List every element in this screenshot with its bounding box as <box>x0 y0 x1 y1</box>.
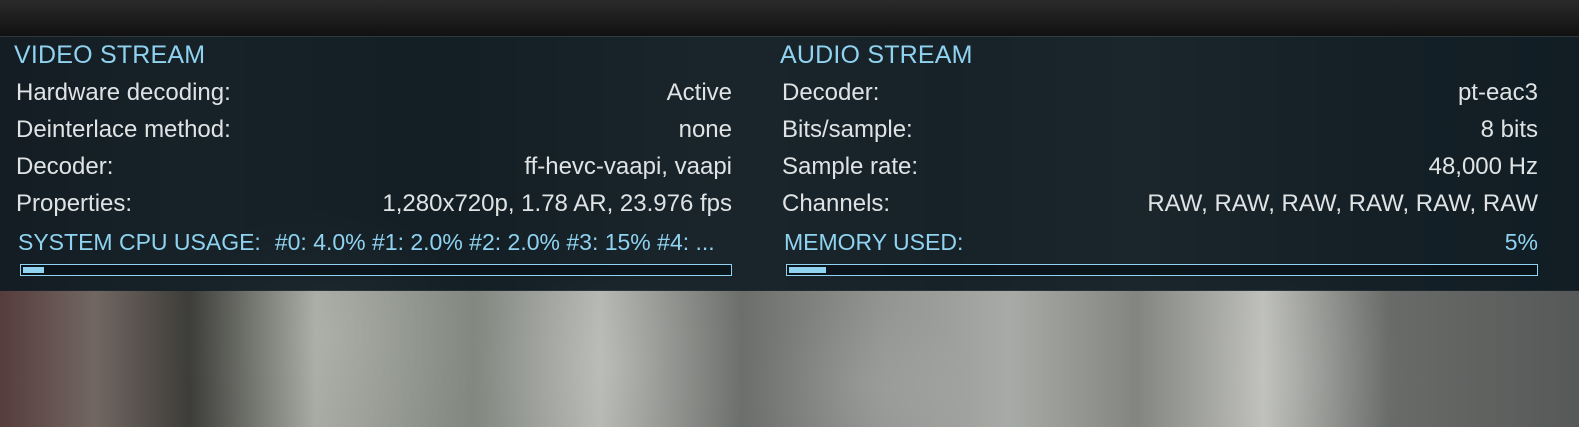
video-properties-value: 1,280x720p, 1.78 AR, 23.976 fps <box>382 190 732 217</box>
video-decoder-row: Decoder: ff-hevc-vaapi, vaapi <box>14 153 732 189</box>
audio-stream-panel: AUDIO STREAM Decoder: pt-eac3 Bits/sampl… <box>780 37 1538 291</box>
bits-per-sample-value: 8 bits <box>1480 116 1538 143</box>
video-stream-title: VIDEO STREAM <box>14 41 206 69</box>
video-decoder-value: ff-hevc-vaapi, vaapi <box>524 153 732 180</box>
hardware-decoding-label: Hardware decoding: <box>16 79 231 106</box>
memory-used-progress-bar <box>786 264 1538 276</box>
video-stream-panel: VIDEO STREAM Hardware decoding: Active D… <box>14 37 732 291</box>
video-decoder-label: Decoder: <box>16 153 114 180</box>
channels-value: RAW, RAW, RAW, RAW, RAW, RAW <box>1147 190 1538 217</box>
audio-decoder-label: Decoder: <box>782 79 880 106</box>
audio-decoder-row: Decoder: pt-eac3 <box>780 79 1538 115</box>
cpu-usage-title: SYSTEM CPU USAGE: <box>18 229 261 255</box>
deinterlace-method-value: none <box>678 116 732 143</box>
video-properties-row: Properties: 1,280x720p, 1.78 AR, 23.976 … <box>14 190 732 226</box>
hardware-decoding-row: Hardware decoding: Active <box>14 79 732 115</box>
bits-per-sample-label: Bits/sample: <box>782 116 913 143</box>
screen-bezel <box>0 0 1579 36</box>
sample-rate-label: Sample rate: <box>782 153 919 180</box>
video-properties-label: Properties: <box>16 190 133 217</box>
channels-label: Channels: <box>782 190 891 217</box>
deinterlace-method-label: Deinterlace method: <box>16 116 231 143</box>
memory-used-value: 5% <box>1504 229 1538 255</box>
cpu-usage-value: #0: 4.0% #1: 2.0% #2: 2.0% #3: 15% #4: .… <box>274 229 715 255</box>
video-frame-lower <box>0 290 1579 427</box>
cpu-usage-progress-fill <box>23 267 44 273</box>
audio-stream-title: AUDIO STREAM <box>780 41 973 69</box>
memory-used-progress-fill <box>789 267 826 273</box>
memory-used-row: MEMORY USED: 5% <box>780 229 1538 259</box>
sample-rate-row: Sample rate: 48,000 Hz <box>780 153 1538 189</box>
sample-rate-value: 48,000 Hz <box>1428 153 1538 180</box>
hardware-decoding-value: Active <box>666 79 732 106</box>
audio-decoder-value: pt-eac3 <box>1457 79 1538 106</box>
bits-per-sample-row: Bits/sample: 8 bits <box>780 116 1538 152</box>
cpu-usage-label: SYSTEM CPU USAGE: #0: 4.0% #1: 2.0% #2: 2… <box>18 229 715 256</box>
memory-used-label: MEMORY USED: <box>784 229 964 255</box>
channels-row: Channels: RAW, RAW, RAW, RAW, RAW, RAW <box>780 190 1538 226</box>
cpu-usage-row: SYSTEM CPU USAGE: #0: 4.0% #1: 2.0% #2: 2… <box>14 229 732 259</box>
codec-info-overlay: VIDEO STREAM Hardware decoding: Active D… <box>0 36 1579 291</box>
cpu-usage-progress-bar <box>20 264 732 276</box>
deinterlace-method-row: Deinterlace method: none <box>14 116 732 152</box>
